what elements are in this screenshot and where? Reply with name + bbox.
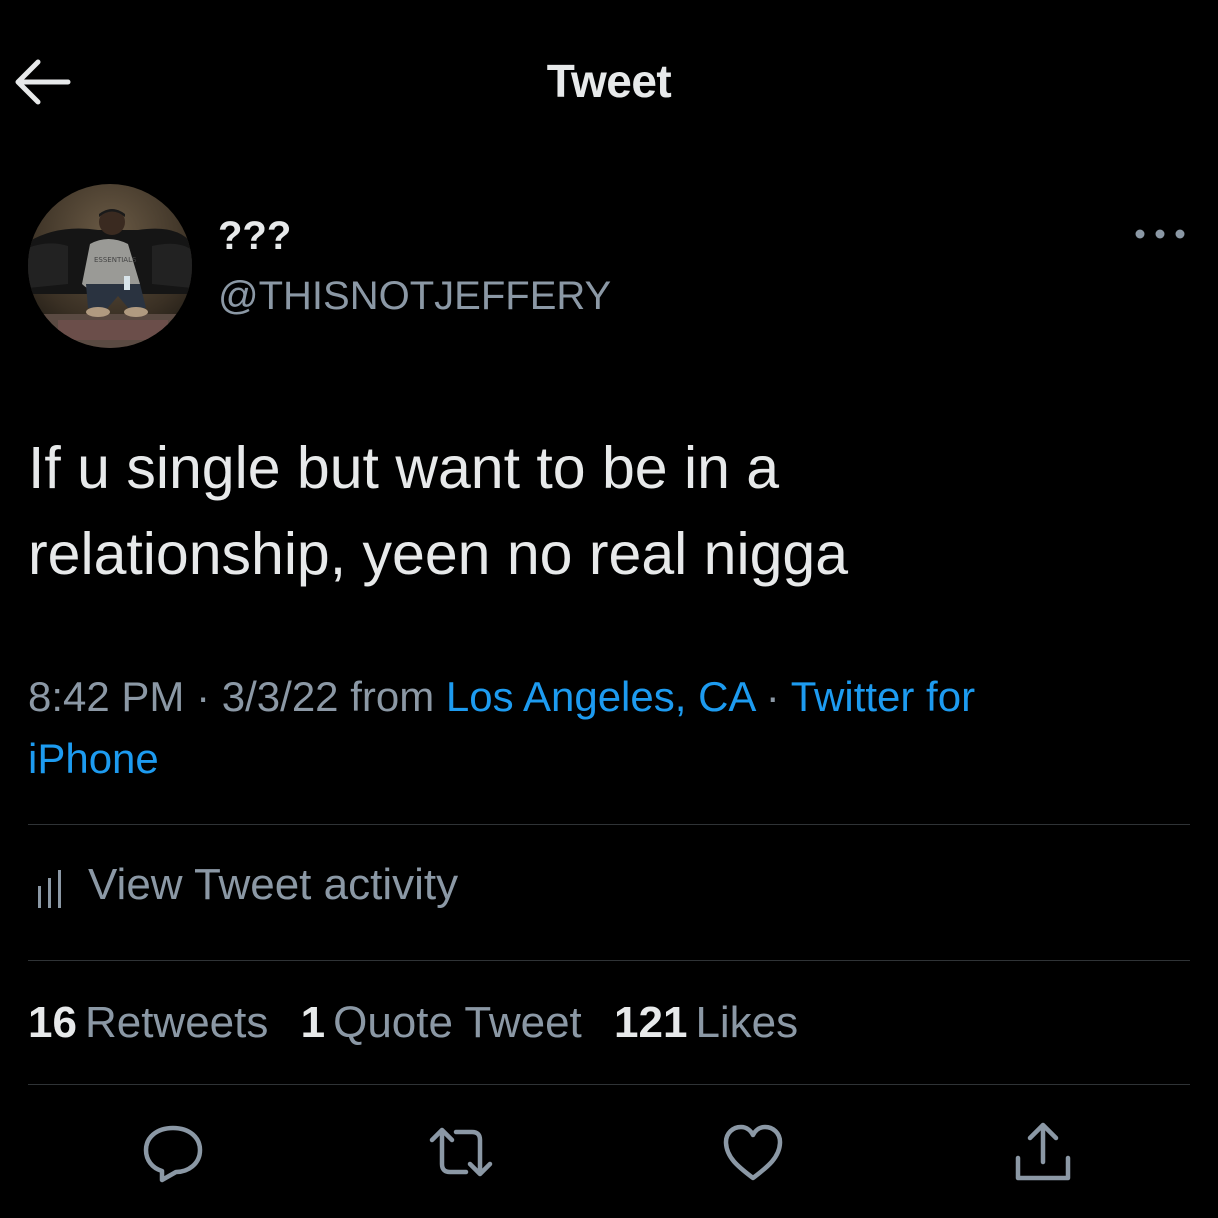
tweet-date[interactable]: 3/3/22 [222, 673, 339, 720]
likes-count: 121 [614, 998, 688, 1047]
more-horizontal-icon [1135, 229, 1185, 239]
meta-separator: · [196, 673, 211, 720]
quote-tweets-stat[interactable]: 1 Quote Tweet [301, 998, 582, 1047]
reply-icon [143, 1125, 203, 1183]
retweet-button[interactable] [426, 1118, 496, 1188]
top-bar: Tweet [0, 0, 1218, 165]
username-handle[interactable]: @THISNOTJEFFERY [218, 274, 611, 319]
quote-tweets-label: Quote Tweet [333, 998, 582, 1047]
tweet-action-bar [0, 1118, 1218, 1188]
tweet-author: ESSENTIALS ??? @THISNOTJEFFERY [28, 184, 1190, 354]
retweet-icon [429, 1127, 493, 1177]
location-link[interactable]: Los Angeles, CA [446, 673, 754, 720]
quote-tweets-count: 1 [300, 998, 326, 1047]
divider [28, 1084, 1190, 1085]
tweet-text-line: If u single but want to be in a [28, 435, 780, 501]
avatar[interactable]: ESSENTIALS [28, 184, 192, 348]
tweet-text-line: relationship, yeen no real nigga [28, 521, 849, 587]
page-title: Tweet [546, 55, 672, 107]
source-link[interactable]: Twitter for [791, 673, 975, 720]
view-tweet-activity-label: View Tweet activity [88, 860, 459, 909]
tweet-metadata: 8:42 PM · 3/3/22 from Los Angeles, CA · … [28, 666, 1198, 790]
display-name[interactable]: ??? [218, 214, 291, 259]
likes-stat[interactable]: 121 Likes [614, 998, 798, 1047]
meta-from: from [350, 673, 435, 720]
meta-separator: · [765, 673, 780, 720]
likes-label: Likes [695, 998, 799, 1047]
bar-chart-icon [36, 868, 68, 910]
retweets-stat[interactable]: 16 Retweets [28, 998, 268, 1047]
share-icon [1015, 1122, 1071, 1181]
source-link-continued[interactable]: iPhone [28, 735, 159, 782]
divider [28, 824, 1190, 825]
avatar-image: ESSENTIALS [28, 184, 192, 348]
heart-icon [723, 1124, 783, 1181]
tweet-stats: 16 Retweets 1 Quote Tweet 121 Likes [28, 998, 818, 1048]
share-button[interactable] [1008, 1118, 1078, 1188]
more-button[interactable] [1132, 220, 1188, 248]
retweets-count: 16 [28, 998, 77, 1047]
divider [28, 960, 1190, 961]
svg-text:ESSENTIALS: ESSENTIALS [94, 256, 137, 264]
retweets-label: Retweets [84, 998, 269, 1047]
tweet-text: If u single but want to be in a relation… [28, 425, 1188, 597]
like-button[interactable] [718, 1118, 788, 1188]
reply-button[interactable] [138, 1118, 208, 1188]
tweet-time[interactable]: 8:42 PM [28, 673, 184, 720]
